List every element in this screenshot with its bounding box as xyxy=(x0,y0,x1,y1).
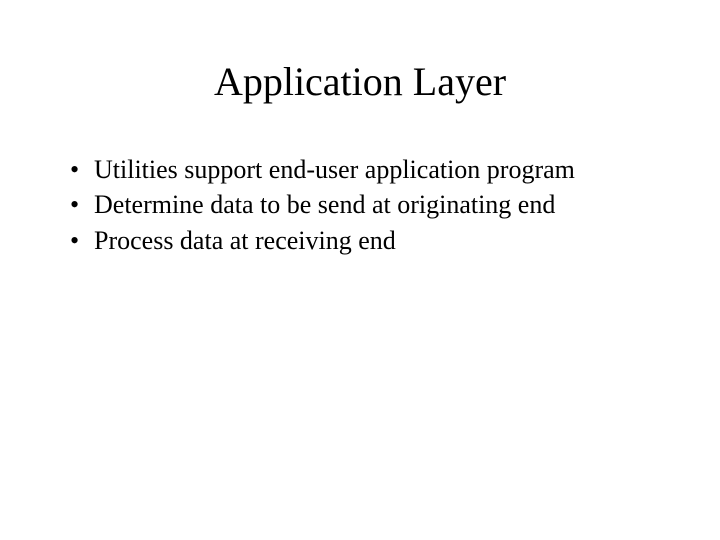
list-item: Determine data to be send at originating… xyxy=(64,188,660,221)
slide: Application Layer Utilities support end-… xyxy=(0,0,720,540)
list-item: Process data at receiving end xyxy=(64,224,660,257)
slide-title: Application Layer xyxy=(60,58,660,105)
bullet-list: Utilities support end-user application p… xyxy=(60,153,660,257)
list-item: Utilities support end-user application p… xyxy=(64,153,660,186)
